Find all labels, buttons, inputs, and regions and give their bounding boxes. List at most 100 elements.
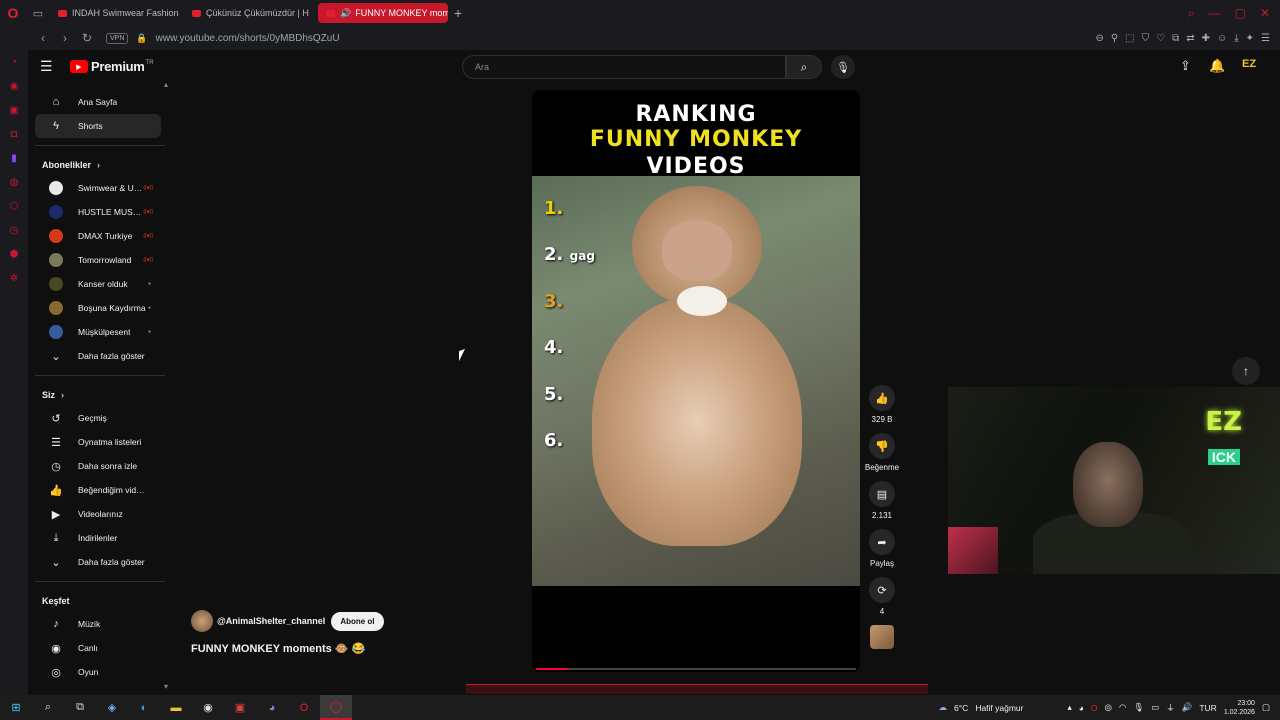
discord-tray-icon[interactable]: ◕ xyxy=(1079,703,1084,713)
like-button[interactable]: 👍 329 B xyxy=(860,385,904,424)
reload-icon[interactable]: ↻ xyxy=(78,31,96,45)
avatar[interactable] xyxy=(191,610,213,632)
speed-dial-icon[interactable]: ◔ xyxy=(8,56,20,68)
usb-icon[interactable]: ⏚ xyxy=(1166,702,1175,714)
sidebar-item-video[interactable]: ▶ Videolarınız xyxy=(35,502,161,526)
avatar[interactable]: EZ xyxy=(1242,58,1256,70)
search-input[interactable]: Ara xyxy=(462,55,786,79)
minimize-icon[interactable]: — xyxy=(1209,6,1221,21)
sidebar-item-subscription[interactable]: Kanser olduk ● xyxy=(35,272,161,296)
menu-icon[interactable]: ☰ xyxy=(1261,33,1270,44)
sidebar-item-history[interactable]: ↺ Geçmiş xyxy=(35,406,161,430)
copilot-icon[interactable]: ◈ xyxy=(96,695,128,720)
sidebar-item-home[interactable]: ⌂ Ana Sayfa xyxy=(35,90,161,114)
camera-icon[interactable]: ◉ xyxy=(8,80,20,92)
sidebar-item-subscription[interactable]: Swimwear & Und... ((●)) xyxy=(35,176,161,200)
search-icon[interactable]: ⌕ xyxy=(32,695,64,720)
opera-tray-icon[interactable]: O xyxy=(1091,703,1098,713)
share-button[interactable]: ➦ Paylaş xyxy=(860,529,904,568)
cloud-rain-icon[interactable]: ☁ xyxy=(939,702,948,713)
sidebar-item-subscription[interactable]: Müşkülpesent ● xyxy=(35,320,161,344)
steam-tray-icon[interactable]: ◎ xyxy=(1105,702,1112,713)
sidebar-item-subscription[interactable]: Boşuna Kaydırma ● xyxy=(35,296,161,320)
extension-icon[interactable]: ⧉ xyxy=(1172,33,1179,44)
voicemod-icon[interactable]: ▣ xyxy=(224,695,256,720)
edge-icon[interactable]: ◐ xyxy=(128,695,160,720)
you-heading[interactable]: Siz › xyxy=(28,384,168,406)
sidebar-item-shorts[interactable]: ϟ Shorts xyxy=(35,114,161,138)
back-icon[interactable]: ‹ xyxy=(34,31,52,45)
opera-logo-icon[interactable]: O xyxy=(0,0,26,26)
history-icon[interactable]: ◷ xyxy=(8,224,20,236)
maximize-icon[interactable]: ▢ xyxy=(1235,6,1246,21)
instagram-icon[interactable]: ◘ xyxy=(8,128,20,140)
battery-icon[interactable]: ▭ xyxy=(1151,702,1159,713)
lock-icon[interactable]: 🔒 xyxy=(136,33,147,44)
sidebar-item-gaming[interactable]: ◎ Oyun xyxy=(35,660,161,684)
pin-icon[interactable]: ⚲ xyxy=(1111,33,1118,44)
puzzle-icon[interactable]: ✚ xyxy=(1202,33,1210,44)
download-icon[interactable]: ⤓ xyxy=(1234,33,1238,44)
bell-icon[interactable]: 🔔 xyxy=(1209,58,1225,74)
sidebar-scrollbar[interactable]: ▴ xyxy=(164,80,168,89)
remix-button[interactable]: ⟳ 4 xyxy=(860,577,904,616)
youtube-logo-icon[interactable]: ▶ xyxy=(70,60,88,73)
mic-tray-icon[interactable]: 🎙 xyxy=(1133,702,1144,713)
sidebar-item-subscription[interactable]: DMAX Turkiye ((●)) xyxy=(35,224,161,248)
url-field[interactable]: www.youtube.com/shorts/0yMBDhsQZuU xyxy=(156,33,340,44)
opera-icon[interactable]: O xyxy=(288,695,320,720)
tray-app-icon[interactable]: ▴ xyxy=(1068,702,1072,713)
settings-icon[interactable]: ✲ xyxy=(8,272,20,284)
translate-icon[interactable]: ⇄ xyxy=(1186,33,1194,44)
notification-icon[interactable]: ▢ xyxy=(1262,702,1270,713)
subscribe-button[interactable]: Abone ol xyxy=(331,611,384,631)
sidebar-item-live[interactable]: ◉ Canlı xyxy=(35,636,161,660)
search-icon[interactable]: ⌕ xyxy=(786,55,822,79)
discord-icon[interactable]: ◕ xyxy=(256,695,288,720)
tab-menu-icon[interactable]: ▭ xyxy=(30,5,46,21)
sidebar-scrollbar-bottom[interactable]: ▾ xyxy=(164,682,168,691)
show-more-button[interactable]: ⌄ Daha fazla göster xyxy=(35,344,161,368)
new-tab-button[interactable]: + xyxy=(454,5,462,21)
language-indicator[interactable]: TUR xyxy=(1199,703,1216,713)
extensions-side-icon[interactable]: ⬢ xyxy=(8,248,20,260)
hamburger-menu-icon[interactable]: ☰ xyxy=(40,58,54,75)
sidebar-item-subscription[interactable]: Tomorrowland ((●)) xyxy=(35,248,161,272)
browser-tab-active[interactable]: 🔊 FUNNY MONKEY mom xyxy=(318,3,448,23)
weather-temp[interactable]: 6°C xyxy=(954,703,968,713)
snapshot-icon[interactable]: ⬚ xyxy=(1125,33,1134,44)
subscriptions-heading[interactable]: Abonelikler › xyxy=(28,154,168,176)
weather-text[interactable]: Hafif yağmur xyxy=(975,703,1023,713)
comments-button[interactable]: ▤ 2.131 xyxy=(860,481,904,520)
file-explorer-icon[interactable]: ▬ xyxy=(160,695,192,720)
sound-thumbnail[interactable] xyxy=(860,625,904,649)
task-view-icon[interactable]: ⧉ xyxy=(64,695,96,720)
ai-icon[interactable]: ✦ xyxy=(1246,33,1254,44)
clock[interactable]: 23:00 1.02.2026 xyxy=(1224,699,1255,717)
profile-icon[interactable]: ☺ xyxy=(1217,33,1227,44)
player-icon[interactable]: ◍ xyxy=(8,176,20,188)
upload-icon[interactable]: ⇪ xyxy=(1180,58,1191,74)
close-icon[interactable]: ✕ xyxy=(1260,6,1270,21)
search-tabs-icon[interactable]: ⌕ xyxy=(1188,6,1195,21)
mic-icon[interactable]: 🎙 xyxy=(831,55,855,79)
shield-icon[interactable]: ⛉ xyxy=(1142,33,1150,44)
windows-start-icon[interactable]: ⊞ xyxy=(0,695,32,720)
video-caption[interactable]: FUNNY MONKEY moments 🐵 😂 xyxy=(191,642,365,655)
short-video-player[interactable]: RANKING FUNNY MONKEY VIDEOS 1. 2. gag 3.… xyxy=(532,90,860,672)
browser-tab[interactable]: Çükünüz Çükümüzdür | H xyxy=(184,3,314,23)
show-more-button[interactable]: ⌄ Daha fazla göster xyxy=(35,550,161,574)
wifi-icon[interactable]: ◠ xyxy=(1119,702,1126,713)
sidebar-item-download[interactable]: ⤓ İndirilenler xyxy=(35,526,161,550)
heart-icon[interactable]: ♡ xyxy=(1156,33,1165,44)
browser-tab[interactable]: INDAH Swimwear Fashion xyxy=(50,3,180,23)
bookmark-icon[interactable]: ⬡ xyxy=(8,200,20,212)
yt-logo-text[interactable]: Premium xyxy=(91,59,145,74)
video-progress-bar[interactable] xyxy=(536,668,856,670)
dislike-button[interactable]: 👎 Beğenme xyxy=(860,433,904,472)
channel-name[interactable]: @AnimalShelter_channel xyxy=(217,616,325,626)
opera-gx-icon[interactable]: ◯ xyxy=(320,695,352,720)
vpn-badge[interactable]: VPN xyxy=(106,32,129,44)
sidebar-item-thumbs-up[interactable]: 👍 Beğendiğim videolar xyxy=(35,478,161,502)
twitch-icon[interactable]: ▮ xyxy=(8,152,20,164)
